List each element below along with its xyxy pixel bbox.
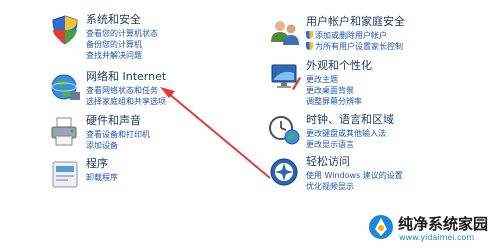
uac-shield-icon [306,42,313,50]
watermark-site-name: 纯净系统家园 [398,215,489,233]
category-title-user-accounts[interactable]: 用户帐户和家庭安全 [306,15,405,29]
category-links: 使用 Windows 建议的设置 优化视频显示 [306,170,403,192]
link-recommended-settings[interactable]: 使用 Windows 建议的设置 [306,170,403,181]
category-title-appearance[interactable]: 外观和个性化 [306,59,372,73]
link-devices-printers[interactable]: 查看设备和打印机 [86,129,150,140]
link-optimize-video-display[interactable]: 优化视频显示 [306,181,403,192]
link-parental-controls[interactable]: 为所有用户设置家长控制 [306,41,403,52]
watermark-url: www.yidaimei.com [399,233,475,242]
category-links: 查看网络状态和任务 选择家庭组和共享选项 [86,85,166,107]
category-links: 卸载程序 [86,172,118,183]
category-links: 添加或删除用户帐户 为所有用户设置家长控制 [306,30,403,52]
category-title-clock-language[interactable]: 时钟、语言和区域 [306,113,394,127]
ease-of-access-icon[interactable] [268,155,302,189]
link-change-input-method[interactable]: 更改键盘或其他输入法 [306,128,386,139]
link-screen-resolution[interactable]: 调整屏幕分辨率 [306,96,362,107]
category-links: 查看您的计算机状态 备份您的计算机 查找并解决问题 [86,28,158,61]
category-links: 更改主题 更改桌面背景 调整屏幕分辨率 [306,74,362,107]
watermark-logo-icon [368,214,394,240]
link-add-device[interactable]: 添加设备 [86,140,150,151]
printer-icon[interactable] [48,114,82,148]
link-view-computer-status[interactable]: 查看您的计算机状态 [86,28,158,39]
category-links: 查看设备和打印机 添加设备 [86,129,150,151]
network-globe-icon[interactable] [48,70,82,104]
link-add-remove-accounts[interactable]: 添加或删除用户帐户 [306,30,403,41]
link-uninstall-program[interactable]: 卸载程序 [86,172,118,183]
link-change-display-language[interactable]: 更改显示语言 [306,139,386,150]
category-title-network-internet[interactable]: 网络和 Internet [86,70,166,84]
category-title-system-security[interactable]: 系统和安全 [86,13,141,27]
link-desktop-background[interactable]: 更改桌面背景 [306,85,362,96]
clock-globe-icon[interactable] [268,113,302,147]
category-links: 更改键盘或其他输入法 更改显示语言 [306,128,386,150]
users-icon[interactable] [268,15,302,49]
link-homegroup-sharing[interactable]: 选择家庭组和共享选项 [86,96,166,107]
link-view-network-status[interactable]: 查看网络状态和任务 [86,85,166,96]
category-title-programs[interactable]: 程序 [86,157,108,171]
category-title-hardware-sound[interactable]: 硬件和声音 [86,114,141,128]
link-change-theme[interactable]: 更改主题 [306,74,362,85]
link-backup-computer[interactable]: 备份您的计算机 [86,39,158,50]
link-find-fix-problems[interactable]: 查找并解决问题 [86,50,158,61]
uac-shield-icon [306,31,313,39]
category-title-ease-of-access[interactable]: 轻松访问 [306,155,350,169]
shield-security-icon[interactable] [48,13,82,47]
programs-icon[interactable] [48,157,82,191]
appearance-icon[interactable] [268,59,302,93]
